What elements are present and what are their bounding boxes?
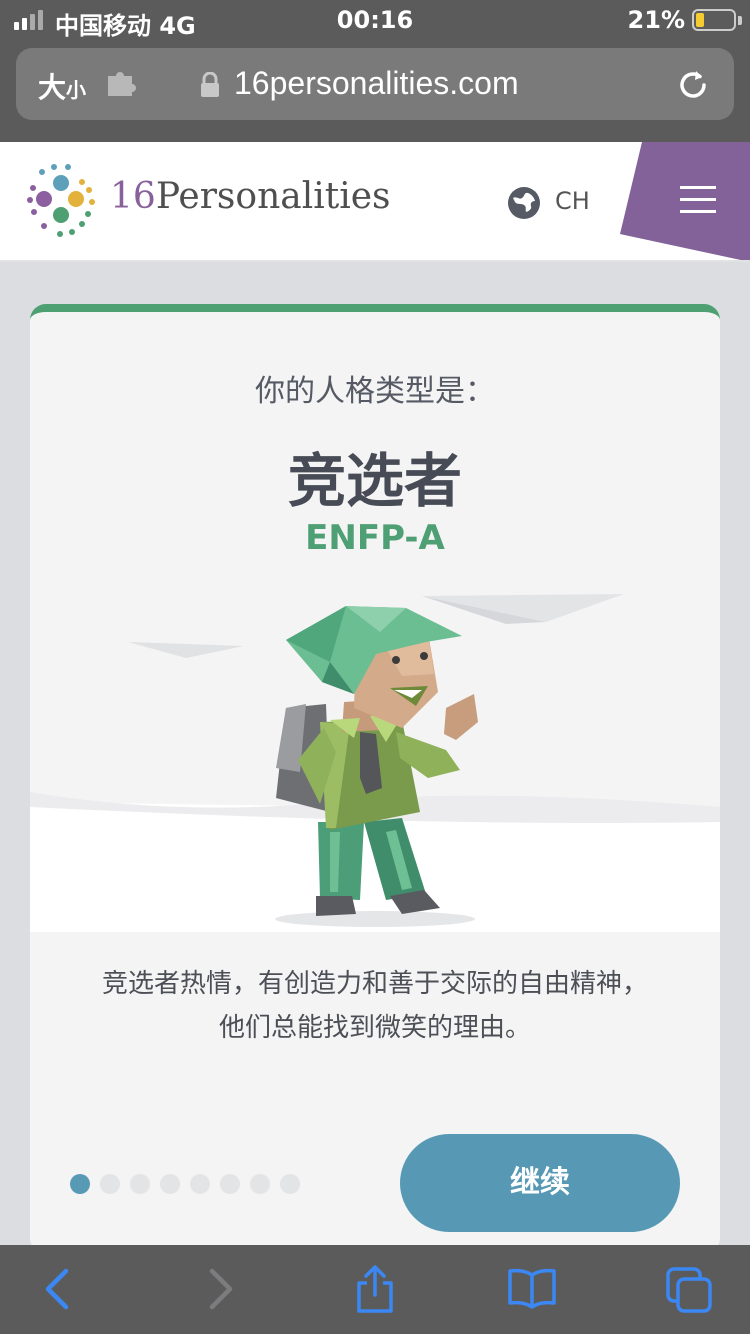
language-switch[interactable]: CH — [555, 187, 590, 215]
personality-type-code: ENFP-A — [305, 518, 445, 558]
back-icon[interactable] — [34, 1265, 86, 1313]
browser-toolbar — [0, 1245, 750, 1334]
progress-dot — [190, 1174, 210, 1194]
browser-address-area: 大小 16personalities.com — [0, 40, 750, 142]
share-icon[interactable] — [349, 1265, 401, 1313]
result-card: 你的人格类型是： 竞选者 ENFP-A 竞选者热情，有创造力和善于交际的自由精神… — [30, 304, 720, 1254]
site-header: 16Personalities CH — [0, 142, 750, 262]
globe-icon[interactable] — [507, 186, 541, 220]
type-description: 竞选者热情，有创造力和善于交际的自由精神， 他们总能找到微笑的理由。 — [101, 969, 648, 1043]
progress-dot — [130, 1174, 150, 1194]
battery-icon — [692, 9, 736, 31]
forward-icon[interactable] — [194, 1265, 246, 1313]
address-bar[interactable]: 大小 16personalities.com — [16, 48, 734, 120]
bookmarks-icon[interactable] — [506, 1265, 558, 1313]
battery-nub — [738, 16, 742, 25]
progress-dot — [250, 1174, 270, 1194]
continue-button[interactable]: 继续 — [400, 1134, 680, 1232]
logo-icon[interactable] — [22, 162, 100, 240]
lock-icon — [201, 72, 219, 97]
campaigner-illustration — [30, 594, 720, 932]
progress-dot — [160, 1174, 180, 1194]
progress-dots — [70, 1174, 310, 1198]
status-bar: 中国移动 4G 00:16 21% — [0, 0, 750, 40]
logo-wordmark[interactable]: 16Personalities — [110, 176, 391, 217]
hamburger-menu-icon[interactable] — [680, 186, 716, 216]
progress-dot — [100, 1174, 120, 1194]
url-text[interactable]: 16personalities.com — [234, 65, 519, 102]
tabs-icon[interactable] — [664, 1265, 716, 1313]
reload-icon[interactable] — [676, 68, 710, 102]
extension-icon[interactable] — [106, 70, 136, 96]
progress-dot-active — [70, 1174, 90, 1194]
progress-dot — [280, 1174, 300, 1194]
result-subtitle: 你的人格类型是： — [255, 374, 495, 409]
battery-percent: 21% — [627, 6, 685, 34]
personality-type-name: 竞选者 — [287, 447, 462, 515]
text-size-button[interactable]: 大小 — [38, 66, 86, 106]
progress-dot — [220, 1174, 240, 1194]
